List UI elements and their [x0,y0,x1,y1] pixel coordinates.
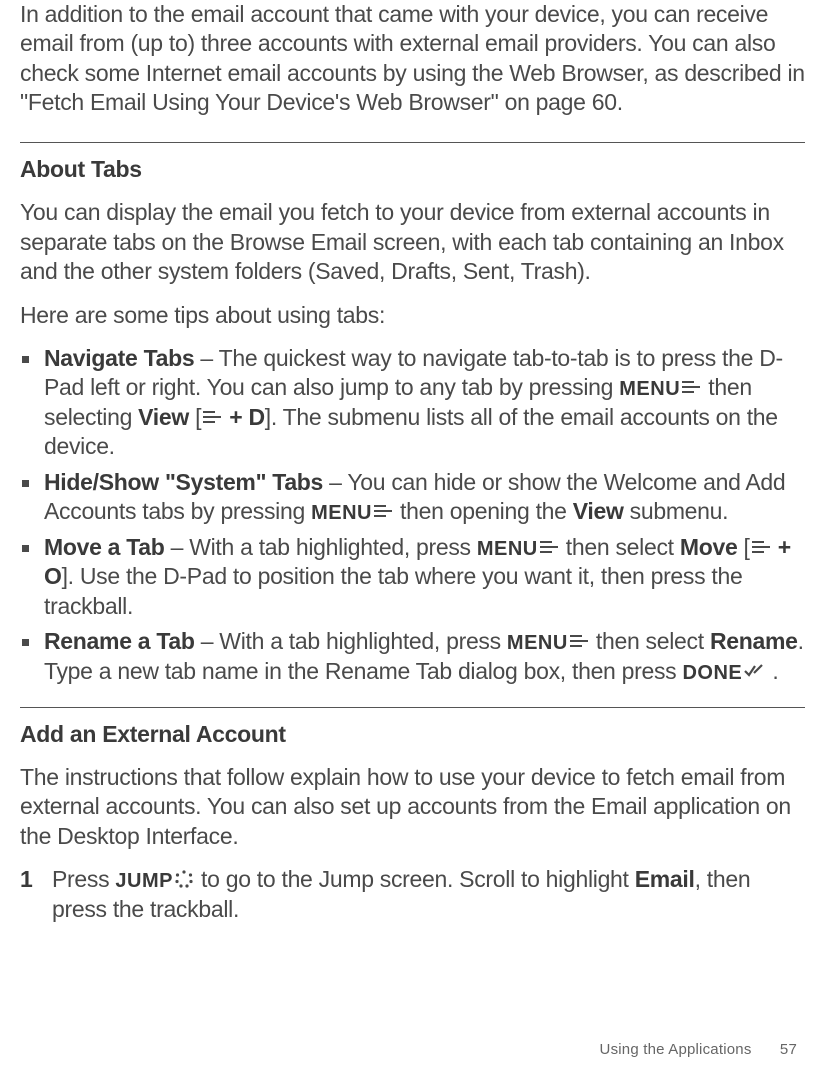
bullet-hide-show-tabs: Hide/Show "System" Tabs – You can hide o… [20,468,805,527]
bullet-icon [22,639,29,646]
bullet-navigate-tabs: Navigate Tabs – The quickest way to navi… [20,344,805,462]
email-label: Email [635,866,695,892]
view-label: View [138,404,189,430]
about-tabs-p1: You can display the email you fetch to y… [20,198,805,286]
menu-key: MENU [507,632,568,654]
menu-icon [752,540,770,554]
jump-dots-icon [175,870,193,888]
menu-icon [570,634,588,648]
step-body: Press JUMP to go to the Jump screen. Scr… [52,865,805,924]
bullet-rename-tab: Rename a Tab – With a tab highlighted, p… [20,627,805,686]
heading-add-external: Add an External Account [20,720,805,749]
rename-label: Rename [710,628,798,654]
t: – With a tab highlighted, press [165,534,477,560]
move-label: Move [680,534,738,560]
t: then select [560,534,680,560]
menu-icon [374,504,392,518]
step-number: 1 [20,865,52,924]
add-external-p1: The instructions that follow explain how… [20,763,805,851]
about-tabs-bullets: Navigate Tabs – The quickest way to navi… [20,344,805,687]
menu-key: MENU [477,538,538,560]
bullet-label: Move a Tab [44,534,165,560]
menu-key: MENU [311,502,372,524]
t: ]. Use the D-Pad to position the tab whe… [44,563,743,618]
bullet-label: Hide/Show "System" Tabs [44,469,323,495]
menu-icon [203,410,221,424]
bullet-label: Rename a Tab [44,628,195,654]
jump-key: JUMP [115,870,173,892]
t: to go to the Jump screen. Scroll to high… [195,866,635,892]
t: . [766,658,778,684]
about-tabs-p2: Here are some tips about using tabs: [20,301,805,330]
t: submenu. [624,498,729,524]
t: then select [590,628,710,654]
menu-icon [540,540,558,554]
t: then opening the [394,498,573,524]
section-add-external: Add an External Account The instructions… [20,707,805,925]
menu-key: MENU [619,378,680,400]
bullet-label: Navigate Tabs [44,345,194,371]
t: – With a tab highlighted, press [195,628,507,654]
done-check-icon [744,664,764,678]
footer-label: Using the Applications [600,1041,752,1058]
t: [ [737,534,749,560]
t: [ [189,404,201,430]
heading-about-tabs: About Tabs [20,155,805,184]
bullet-move-tab: Move a Tab – With a tab highlighted, pre… [20,533,805,621]
t: Press [52,866,115,892]
bullet-icon [22,356,29,363]
bullet-icon [22,545,29,552]
shortcut: + D [223,404,265,430]
bullet-icon [22,480,29,487]
step-1: 1 Press JUMP to go to the Jump screen. S… [20,865,805,924]
intro-paragraph: In addition to the email account that ca… [20,0,805,118]
menu-icon [682,380,700,394]
view-label: View [573,498,624,524]
done-key: DONE [682,662,742,684]
page-footer: Using the Applications 57 [600,1040,797,1059]
section-about-tabs: About Tabs You can display the email you… [20,142,805,687]
footer-page-number: 57 [780,1041,797,1058]
